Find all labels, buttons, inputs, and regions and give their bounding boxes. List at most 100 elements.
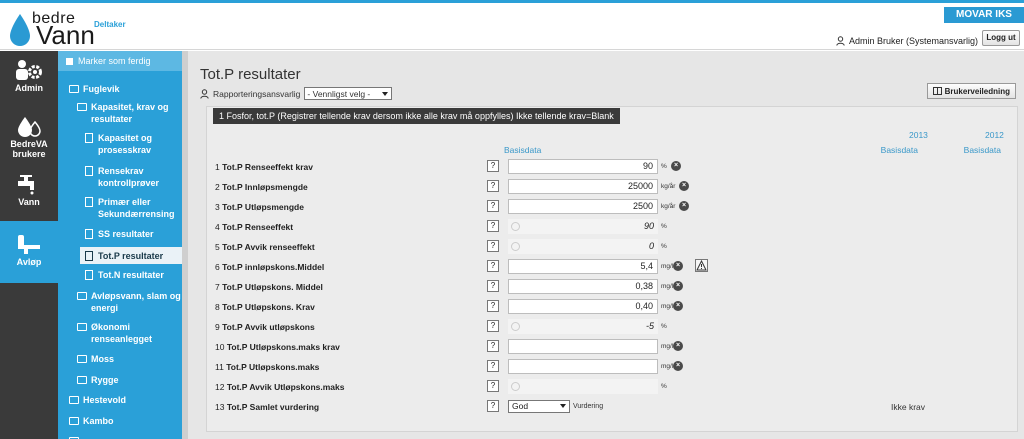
value-input[interactable]: 2500	[508, 199, 658, 214]
tree-item-label: Kapasitet, krav og resultater	[91, 102, 169, 124]
row-label: 5 Tot.P Avvik renseeffekt	[215, 242, 315, 252]
column-basisdata-2012: Basisdata	[963, 145, 1001, 155]
clear-icon[interactable]: ×	[673, 341, 683, 351]
logout-button[interactable]: Logg ut	[982, 30, 1020, 46]
section-header: 1 Fosfor, tot.P (Registrer tellende krav…	[213, 108, 620, 124]
value-input[interactable]: 0,38	[508, 279, 658, 294]
unit-label: mg/l	[661, 303, 674, 310]
help-button[interactable]: ?	[487, 400, 499, 412]
tree-item-hestevold[interactable]: Hestevold	[69, 394, 179, 406]
tree-item-moss[interactable]: Moss	[77, 353, 177, 365]
help-button[interactable]: ?	[487, 380, 499, 392]
folder-icon	[69, 417, 79, 425]
logo-word-vann: Vann	[36, 20, 95, 50]
reporting-responsible-label: Rapporteringsansvarlig	[213, 88, 301, 99]
value-input[interactable]: 0,40	[508, 299, 658, 314]
user-info[interactable]: Admin Bruker (Systemansvarlig)	[836, 36, 978, 46]
row-number: 12	[215, 382, 225, 392]
unit-label: %	[661, 163, 667, 170]
bedrevann-logo[interactable]: bedre Vann Deltaker	[8, 8, 158, 48]
folder-icon	[77, 103, 87, 111]
user-guide-button[interactable]: Brukerveiledning	[926, 83, 1016, 99]
tree-item-totp-resultater[interactable]: Tot.P resultater	[80, 247, 182, 264]
row-number: 3	[215, 202, 220, 212]
table-row: 10 Tot.P Utløpskons.maks krav ? mg/l ×	[215, 339, 1015, 355]
row-label: 8 Tot.P Utløpskons. Krav	[215, 302, 315, 312]
warning-icon[interactable]	[695, 259, 708, 272]
tree-item-okonomi[interactable]: Økonomi renseanlegget	[77, 321, 177, 345]
value-input[interactable]: 90	[508, 159, 658, 174]
unit-label: mg/l	[661, 343, 674, 350]
document-icon	[85, 197, 93, 207]
table-row: 5 Tot.P Avvik renseeffekt ? 0 %	[215, 239, 1015, 255]
row-name: Tot.P Utløpskons. Middel	[222, 282, 323, 292]
mark-as-done-checkbox[interactable]: Marker som ferdig	[58, 51, 182, 71]
splitter[interactable]	[182, 51, 188, 439]
help-button[interactable]: ?	[487, 260, 499, 272]
help-button[interactable]: ?	[487, 220, 499, 232]
results-panel: 1 Fosfor, tot.P (Registrer tellende krav…	[206, 106, 1018, 432]
unit-label: mg/l	[661, 283, 674, 290]
help-button[interactable]: ?	[487, 360, 499, 372]
select-value: - Vennligst velg -	[307, 88, 371, 99]
tree-item-fuglevik[interactable]: Fuglevik	[69, 83, 179, 95]
admin-gear-icon	[16, 60, 42, 80]
help-button[interactable]: ?	[487, 300, 499, 312]
reporting-responsible-select[interactable]: - Vennligst velg -	[304, 87, 393, 100]
clear-icon[interactable]: ×	[679, 201, 689, 211]
row-number: 11	[215, 362, 224, 372]
value-input[interactable]	[508, 339, 658, 354]
tree-item-totn-resultater[interactable]: Tot.N resultater	[85, 269, 177, 281]
tree-item-kambo[interactable]: Kambo	[69, 415, 179, 427]
chevron-down-icon	[560, 404, 566, 408]
row-number: 2	[215, 182, 220, 192]
help-button[interactable]: ?	[487, 320, 499, 332]
calculated-icon	[511, 222, 520, 231]
rail-item-admin[interactable]: Admin	[0, 59, 58, 99]
tree-item-rensekrav[interactable]: Rensekrav kontrollprøver	[85, 165, 177, 189]
header-accent-line	[0, 0, 1024, 3]
folder-icon	[77, 292, 87, 300]
value-input[interactable]	[508, 359, 658, 374]
document-icon	[85, 133, 93, 143]
unit-label: mg/l	[661, 363, 674, 370]
tree-item-label: Hestevold	[83, 395, 127, 405]
tree-item-kapasitet-krav[interactable]: Kapasitet, krav og resultater	[77, 101, 177, 125]
assessment-select[interactable]: God	[508, 400, 570, 413]
row-label: 7 Tot.P Utløpskons. Middel	[215, 282, 323, 292]
tree-item-rygge[interactable]: Rygge	[77, 374, 177, 386]
row-number: 7	[215, 282, 220, 292]
tree-item-label: Moss	[91, 354, 115, 364]
tree-item-label: Rygge	[91, 375, 119, 385]
tree-item-primaer-sekundaer[interactable]: Primær eller Sekundærrensing	[85, 196, 177, 220]
rail-item-avlop[interactable]: Avløp	[0, 221, 58, 283]
document-icon	[85, 166, 93, 176]
unit-label: kg/år	[661, 203, 676, 210]
tree-item-kapasitet-prosesskrav[interactable]: Kapasitet og prosesskrav	[85, 132, 177, 156]
help-button[interactable]: ?	[487, 200, 499, 212]
help-button[interactable]: ?	[487, 160, 499, 172]
user-icon	[200, 88, 209, 99]
help-button[interactable]: ?	[487, 280, 499, 292]
tree-item-partial[interactable]	[69, 435, 179, 439]
tree-item-avlopsvann[interactable]: Avløpsvann, slam og energi	[77, 290, 181, 314]
help-button[interactable]: ?	[487, 240, 499, 252]
row-name: Tot.P Renseeffekt	[222, 222, 294, 232]
clear-icon[interactable]: ×	[673, 261, 683, 271]
rail-item-bedreva-brukere[interactable]: BedreVA brukere	[0, 115, 58, 165]
value-input[interactable]: 25000	[508, 179, 658, 194]
calculated-value: 90	[508, 219, 658, 234]
clear-icon[interactable]: ×	[671, 161, 681, 171]
rail-label-avlop: Avløp	[16, 257, 42, 267]
clear-icon[interactable]: ×	[679, 181, 689, 191]
unit-label: %	[661, 323, 667, 330]
help-button[interactable]: ?	[487, 340, 499, 352]
clear-icon[interactable]: ×	[673, 281, 683, 291]
rail-item-vann[interactable]: Vann	[0, 175, 58, 215]
tree-item-ss-resultater[interactable]: SS resultater	[85, 228, 177, 240]
help-button[interactable]: ?	[487, 180, 499, 192]
value-input[interactable]: 5,4	[508, 259, 658, 274]
row-name: Tot.P Avvik utløpskons	[222, 322, 315, 332]
clear-icon[interactable]: ×	[673, 361, 683, 371]
clear-icon[interactable]: ×	[673, 301, 683, 311]
